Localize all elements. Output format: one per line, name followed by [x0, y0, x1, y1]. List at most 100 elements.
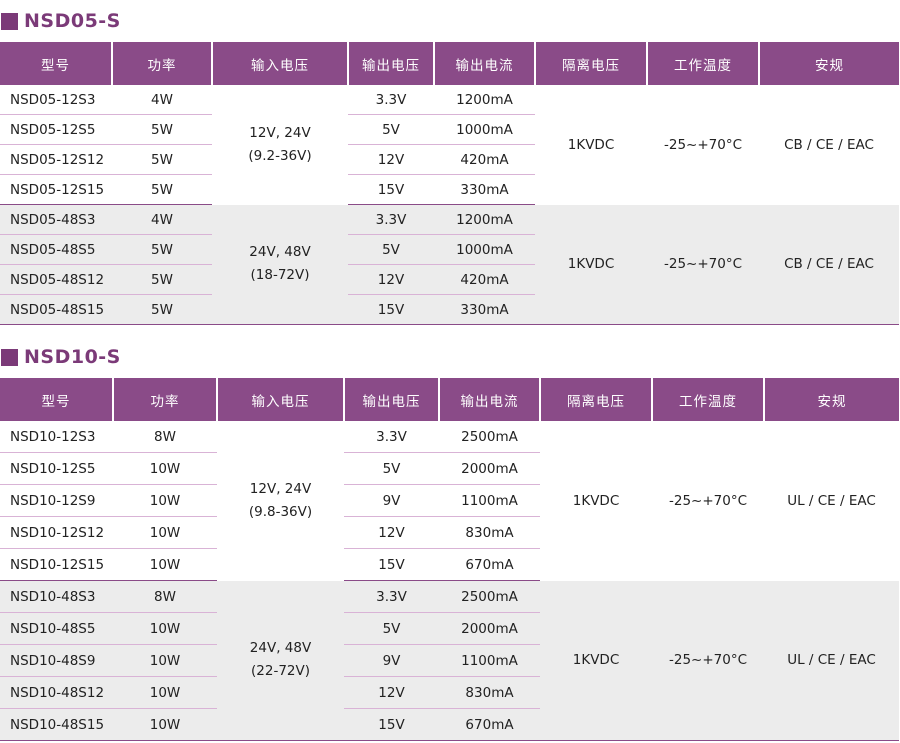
table-row: NSD05-12S3 4W 12V, 24V (9.2-36V) 3.3V 12… [0, 85, 899, 164]
cell-model: NSD10-12S12 [0, 516, 113, 549]
header-input-voltage: 输入电压 [216, 378, 344, 421]
section-title: NSD05-S [24, 10, 121, 32]
cell-power: 10W [113, 484, 217, 517]
header-safety: 安规 [758, 42, 899, 85]
cell-temperature: -25~+70°C [668, 492, 748, 509]
cell-power: 5W [112, 144, 212, 175]
cell-output-voltage: 3.3V [344, 580, 439, 613]
cell-model: NSD10-48S5 [0, 612, 113, 645]
header-output-current: 输出电流 [438, 378, 540, 421]
cell-input-voltage: 24V, 48V (18-72V) [212, 204, 348, 325]
cell-power: 8W [113, 421, 217, 453]
cell-safety: CB / CE / EAC [784, 136, 874, 153]
spec-table-nsd10: 型号 功率 输入电压 输出电压 输出电流 隔离电压 工作温度 安规 NSD10-… [0, 378, 899, 741]
header-isolation: 隔离电压 [539, 378, 652, 421]
cell-output-voltage: 3.3V [348, 204, 434, 235]
cell-model: NSD10-12S9 [0, 484, 113, 517]
input-voltage-range: 24V, 48V [249, 244, 311, 261]
cell-output-current: 1200mA [434, 204, 535, 235]
cell-output-current: 1000mA [434, 234, 535, 265]
cell-output-voltage: 12V [348, 144, 434, 175]
cell-isolation: 1KVDC [540, 580, 652, 741]
cell-output-voltage: 12V [344, 516, 439, 549]
cell-power: 5W [112, 174, 212, 205]
cell-output-current: 1100mA [439, 484, 540, 517]
cell-model: NSD05-12S5 [0, 114, 112, 145]
row-group-12v: NSD05-12S3 4W 12V, 24V (9.2-36V) 3.3V 12… [0, 85, 899, 205]
input-voltage-range: 12V, 24V [249, 124, 311, 141]
input-voltage-span: (9.2-36V) [248, 147, 312, 164]
cell-output-voltage: 5V [348, 114, 434, 145]
cell-temperature: -25~+70°C [663, 136, 743, 153]
cell-power: 10W [113, 452, 217, 485]
section-title: NSD10-S [24, 346, 121, 368]
cell-model: NSD05-12S12 [0, 144, 112, 175]
cell-safety: CB / CE / EAC [759, 204, 899, 325]
cell-output-current: 670mA [439, 548, 540, 581]
cell-output-current: 1100mA [439, 644, 540, 677]
cell-output-current: 420mA [434, 144, 535, 175]
cell-output-voltage: 5V [348, 234, 434, 265]
cell-output-current: 670mA [439, 708, 540, 741]
header-safety: 安规 [763, 378, 899, 421]
cell-output-voltage: 9V [344, 644, 439, 677]
cell-power: 8W [113, 580, 217, 613]
input-voltage-span: (22-72V) [251, 663, 310, 680]
cell-output-voltage: 15V [344, 708, 439, 741]
cell-output-voltage: 15V [348, 294, 434, 325]
cell-power: 4W [112, 85, 212, 115]
section-title-row: NSD10-S [0, 336, 900, 378]
cell-output-current: 2500mA [439, 580, 540, 613]
header-temperature: 工作温度 [651, 378, 764, 421]
cell-power: 10W [113, 708, 217, 741]
cell-isolation: 1KVDC [572, 492, 620, 509]
cell-input-voltage: 12V, 24V (9.2-36V) [212, 85, 348, 205]
cell-model: NSD05-48S3 [0, 204, 112, 235]
cell-output-voltage: 5V [344, 612, 439, 645]
cell-model: NSD05-48S5 [0, 234, 112, 265]
cell-output-voltage: 15V [348, 174, 434, 205]
square-bullet-icon [1, 348, 18, 366]
table-row: NSD10-12S3 8W 12V, 24V (9.8-36V) 3.3V 25… [0, 421, 899, 520]
cell-output-current: 330mA [434, 174, 535, 205]
table-row: NSD10-48S3 8W 24V, 48V (22-72V) 3.3V 250… [0, 580, 899, 741]
cell-isolation: 1KVDC [567, 136, 615, 153]
spec-table-nsd05: 型号 功率 输入电压 输出电压 输出电流 隔离电压 工作温度 安规 NSD05-… [0, 42, 899, 325]
cell-output-current: 2500mA [439, 421, 540, 453]
header-model: 型号 [0, 378, 113, 421]
cell-model: NSD10-12S5 [0, 452, 113, 485]
cell-output-voltage: 3.3V [348, 85, 434, 115]
header-row: 型号 功率 输入电压 输出电压 输出电流 隔离电压 工作温度 安规 [0, 378, 899, 421]
cell-output-current: 830mA [439, 516, 540, 549]
header-isolation: 隔离电压 [534, 42, 647, 85]
header-model: 型号 [0, 42, 112, 85]
cell-output-voltage: 12V [344, 676, 439, 709]
cell-output-voltage: 15V [344, 548, 439, 581]
cell-power: 10W [113, 548, 217, 581]
row-group-12v: NSD10-12S3 8W 12V, 24V (9.8-36V) 3.3V 25… [0, 421, 899, 581]
input-voltage-span: (9.8-36V) [248, 503, 313, 520]
cell-output-voltage: 3.3V [344, 421, 439, 453]
cell-power: 10W [113, 644, 217, 677]
header-input-voltage: 输入电压 [211, 42, 348, 85]
header-temperature: 工作温度 [646, 42, 759, 85]
section-nsd05: NSD05-S 型号 功率 输入电压 输出电压 输出电流 隔离电压 工作温度 安… [0, 0, 900, 325]
header-power: 功率 [112, 378, 217, 421]
input-voltage-range: 12V, 24V [249, 480, 312, 497]
cell-model: NSD05-12S15 [0, 174, 112, 205]
cell-model: NSD10-12S3 [0, 421, 113, 453]
cell-output-current: 420mA [434, 264, 535, 295]
cell-output-current: 330mA [434, 294, 535, 325]
section-nsd10: NSD10-S 型号 功率 输入电压 输出电压 输出电流 隔离电压 工作温度 安… [0, 336, 900, 741]
header-power: 功率 [111, 42, 212, 85]
cell-output-voltage: 9V [344, 484, 439, 517]
header-output-voltage: 输出电压 [343, 378, 439, 421]
header-row: 型号 功率 输入电压 输出电压 输出电流 隔离电压 工作温度 安规 [0, 42, 899, 85]
cell-output-voltage: 12V [348, 264, 434, 295]
cell-power: 5W [112, 234, 212, 265]
cell-input-voltage: 12V, 24V (9.8-36V) [217, 421, 344, 581]
cell-temperature: -25~+70°C [647, 204, 759, 325]
input-voltage-range: 24V, 48V [249, 640, 312, 657]
row-group-48v: NSD05-48S3 4W 24V, 48V (18-72V) 3.3V 120… [0, 204, 899, 325]
header-output-current: 输出电流 [433, 42, 535, 85]
